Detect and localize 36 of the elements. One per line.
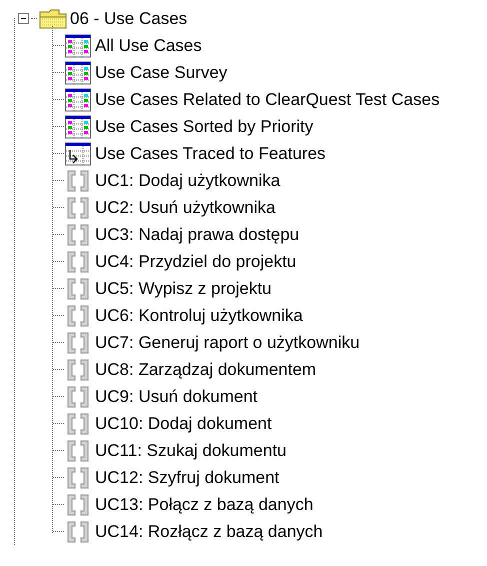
tree-item-label[interactable]: Use Case Survey — [95, 64, 228, 81]
tree-item-label[interactable]: UC1: Dodaj użytkownika — [95, 172, 280, 189]
bracket-icon — [65, 276, 91, 300]
bracket-icon — [65, 466, 91, 490]
tree-item-label[interactable]: UC9: Usuń dokument — [95, 388, 258, 405]
tree-item-label[interactable]: UC5: Wypisz z projektu — [95, 280, 272, 297]
collapse-button[interactable] — [18, 13, 29, 24]
bracket-icon — [65, 358, 91, 382]
tree-item-label[interactable]: UC6: Kontroluj użytkownika — [95, 307, 303, 324]
tree-item-label[interactable]: UC4: Przydziel do projektu — [95, 253, 296, 270]
bracket-icon — [65, 250, 91, 274]
tree-item-label[interactable]: UC12: Szyfruj dokument — [95, 469, 280, 486]
tree-item-label[interactable]: 06 - Use Cases — [70, 10, 188, 27]
folder-icon — [39, 8, 67, 30]
tree-item-label[interactable]: Use Cases Traced to Features — [95, 145, 326, 162]
tree-item-label[interactable]: Use Cases Sorted by Priority — [95, 118, 314, 135]
bracket-icon — [65, 438, 91, 462]
tree-item-label[interactable]: UC8: Zarządzaj dokumentem — [95, 361, 316, 378]
bracket-icon — [65, 492, 91, 516]
bracket-icon — [65, 520, 91, 544]
bracket-icon — [65, 330, 91, 354]
bracket-icon — [65, 168, 91, 192]
tree-item-label[interactable]: UC2: Usuń użytkownika — [95, 199, 276, 216]
bracket-icon — [65, 412, 91, 436]
tree-item-label[interactable]: UC13: Połącz z bazą danych — [95, 496, 314, 513]
tree-item-label[interactable]: UC14: Rozłącz z bazą danych — [95, 523, 323, 540]
tree-item-label[interactable]: UC7: Generuj raport o użytkowniku — [95, 334, 360, 351]
tree-item-label[interactable]: UC11: Szukaj dokumentu — [95, 442, 287, 459]
tree-item-label[interactable]: All Use Cases — [95, 37, 202, 54]
tree-item-label[interactable]: Use Cases Related to ClearQuest Test Cases — [95, 91, 440, 108]
bracket-icon — [65, 196, 91, 220]
tree-item-label[interactable]: UC10: Dodaj dokument — [95, 415, 272, 432]
bracket-icon — [65, 384, 91, 408]
bracket-icon — [65, 304, 91, 328]
tree-item-label[interactable]: UC3: Nadaj prawa dostępu — [95, 226, 300, 243]
bracket-icon — [65, 222, 91, 246]
